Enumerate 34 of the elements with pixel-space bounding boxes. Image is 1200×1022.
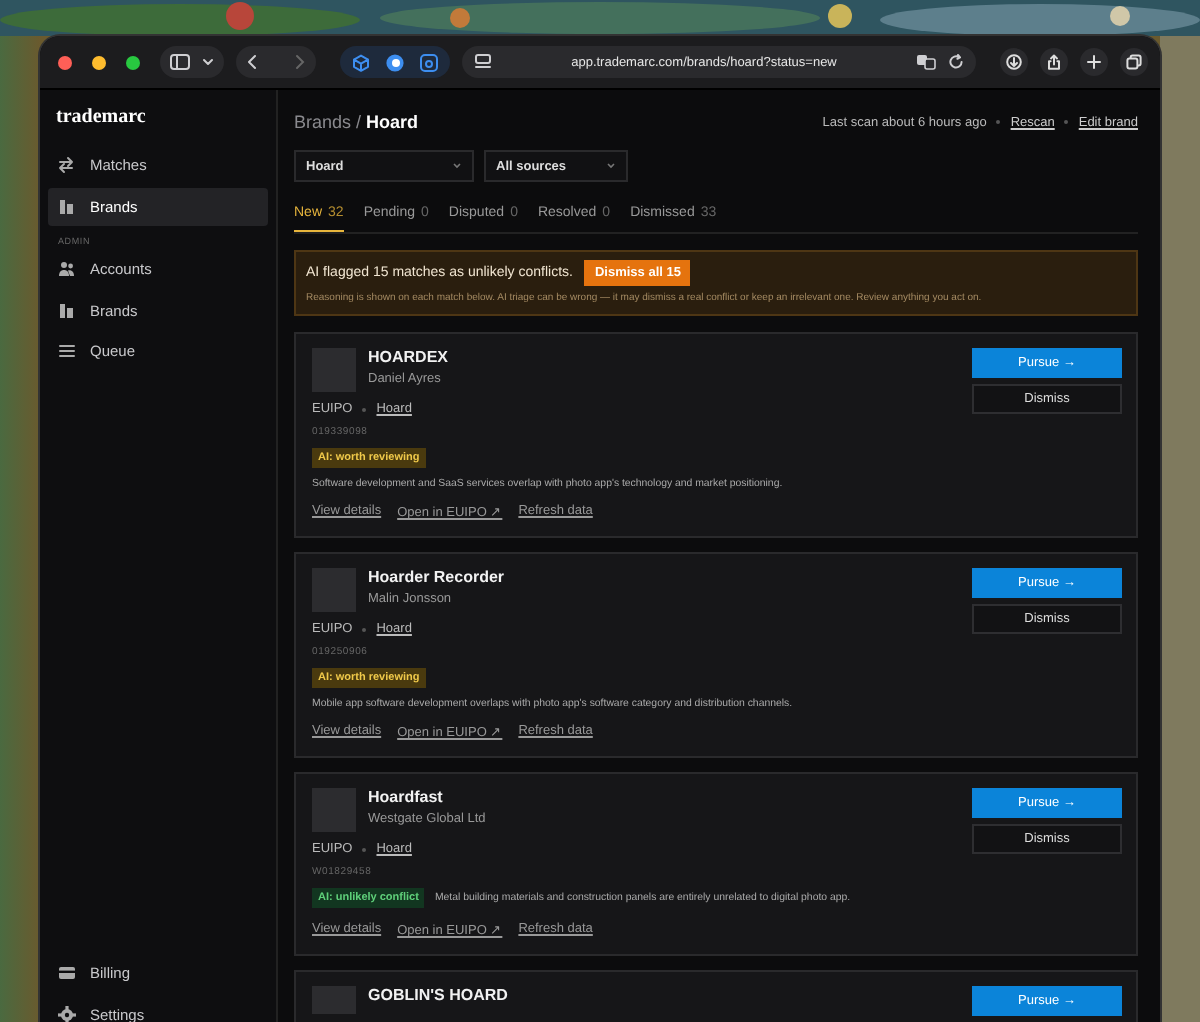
zoom-button[interactable] [126, 55, 140, 69]
chevron-down-icon [606, 162, 616, 170]
window-icon[interactable] [420, 53, 438, 71]
match-title: GOBLIN'S HOARD [368, 986, 508, 1006]
swap-arrows-icon [58, 156, 76, 174]
people-icon [58, 260, 76, 278]
download-icon [1006, 54, 1022, 70]
cube-icon[interactable] [352, 53, 370, 71]
new-tab-button[interactable] [1080, 48, 1108, 76]
breadcrumb: Brands / Hoard [294, 112, 419, 132]
match-title: Hoarder Recorder [368, 568, 505, 588]
page-icon [474, 54, 492, 70]
new-tab-icon [1086, 54, 1102, 70]
tabs-overview-button[interactable] [1120, 48, 1148, 76]
download-button[interactable] [1000, 48, 1028, 76]
bars-icon [58, 197, 76, 215]
match-title: Hoardfast [368, 788, 445, 808]
close-button[interactable] [58, 55, 72, 69]
minimize-button[interactable] [92, 55, 106, 69]
forward-icon[interactable] [294, 54, 306, 70]
card-icon [58, 964, 76, 982]
back-icon[interactable] [246, 54, 258, 70]
sidebar-toggle-button[interactable] [160, 46, 224, 78]
reload-icon[interactable] [948, 54, 964, 70]
chevron-down-icon [202, 56, 214, 68]
match-title: HOARDEX [368, 348, 449, 368]
share-icon [1046, 54, 1062, 70]
chevron-down-icon [452, 162, 462, 170]
tabs-overview-icon [1126, 54, 1142, 70]
sidebar-icon [170, 54, 190, 70]
app-logo: trademarc [54, 104, 148, 132]
share-button[interactable] [1040, 48, 1068, 76]
list-icon [58, 342, 76, 360]
bars-icon [58, 301, 76, 319]
